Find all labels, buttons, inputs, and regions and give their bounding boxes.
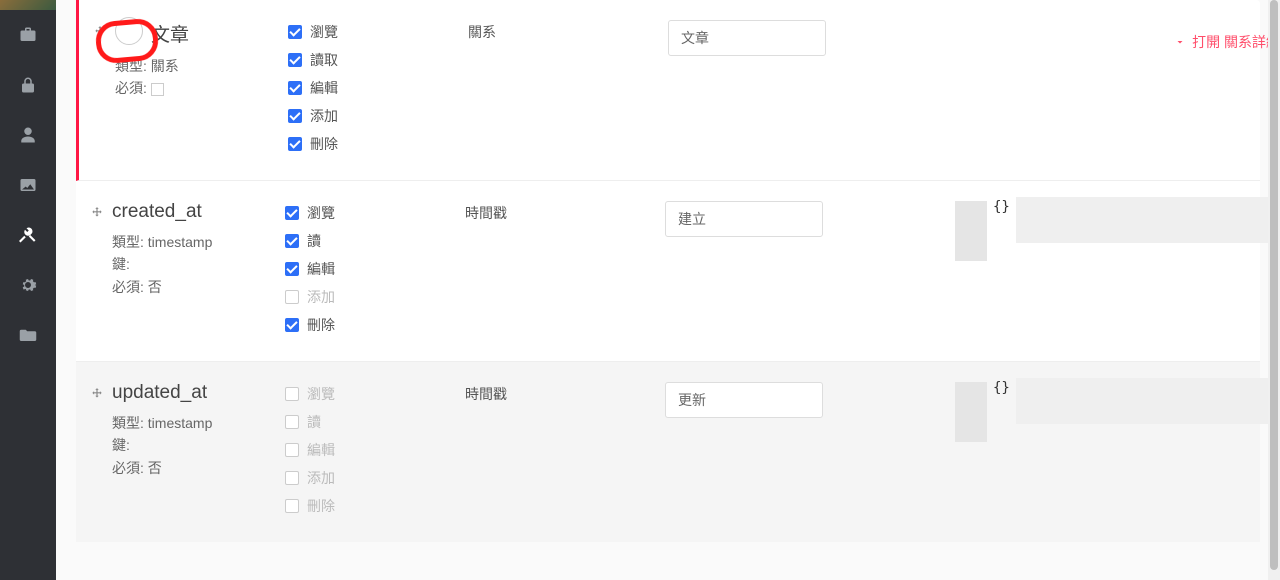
main-content: 文章 類型: 關系 必須: 瀏覽 讀取 編輯 添加 刪除 關系 xyxy=(56,0,1280,580)
perm-add[interactable]: 添加 xyxy=(288,106,468,126)
perm-browse[interactable]: 瀏覽 xyxy=(285,384,465,404)
sidebar-item-folder[interactable] xyxy=(0,310,56,360)
relation-indicator-icon xyxy=(115,17,143,45)
checkbox-icon xyxy=(285,499,299,513)
perm-browse[interactable]: 瀏覽 xyxy=(285,203,465,223)
checkbox-icon xyxy=(288,53,302,67)
json-options-block[interactable]: {} xyxy=(955,382,1280,442)
lock-icon xyxy=(19,76,37,94)
gear-icon xyxy=(19,276,37,294)
perm-delete[interactable]: 刪除 xyxy=(285,315,465,335)
checkbox-icon xyxy=(285,234,299,248)
move-icon xyxy=(90,387,104,401)
sidebar-item-user[interactable] xyxy=(0,110,56,160)
briefcase-icon xyxy=(19,26,37,44)
required-checkbox[interactable] xyxy=(151,83,164,96)
sidebar-avatar xyxy=(0,0,56,10)
scrollbar-thumb[interactable] xyxy=(1270,0,1278,570)
expand-relation-link[interactable]: 打開 關系詳細內容 xyxy=(958,20,1280,52)
move-icon xyxy=(90,206,104,220)
display-name-input[interactable] xyxy=(665,382,823,418)
field-name: updated_at xyxy=(112,382,207,404)
permissions-list: 瀏覽 讀 編輯 添加 刪除 xyxy=(285,201,465,335)
checkbox-icon xyxy=(285,415,299,429)
drag-handle[interactable] xyxy=(90,387,104,404)
checkbox-icon xyxy=(285,387,299,401)
json-swatch xyxy=(955,201,987,261)
display-name-input[interactable] xyxy=(668,20,826,56)
sidebar xyxy=(0,0,56,580)
fields-panel: 文章 類型: 關系 必須: 瀏覽 讀取 編輯 添加 刪除 關系 xyxy=(76,0,1260,542)
permissions-list: 瀏覽 讀 編輯 添加 刪除 xyxy=(285,382,465,516)
perm-edit[interactable]: 編輯 xyxy=(285,259,465,279)
json-braces: {} xyxy=(993,380,1010,396)
json-editor-placeholder xyxy=(1016,197,1280,243)
chevron-down-icon xyxy=(1174,36,1186,48)
perm-read[interactable]: 讀取 xyxy=(288,50,468,70)
checkbox-icon xyxy=(288,109,302,123)
field-row-article: 文章 類型: 關系 必須: 瀏覽 讀取 編輯 添加 刪除 關系 xyxy=(76,0,1260,181)
field-type-label: 關系 xyxy=(468,20,668,154)
checkbox-icon xyxy=(285,290,299,304)
field-meta: 類型: timestamp 鍵: 必須: 否 xyxy=(112,412,285,479)
checkbox-icon xyxy=(285,262,299,276)
field-meta: 類型: 關系 必須: xyxy=(115,55,288,100)
checkbox-icon xyxy=(285,443,299,457)
checkbox-icon xyxy=(285,318,299,332)
field-name: 文章 xyxy=(151,20,189,47)
perm-delete[interactable]: 刪除 xyxy=(285,496,465,516)
field-row-created-at: created_at 類型: timestamp 鍵: 必須: 否 瀏覽 讀 編… xyxy=(76,181,1260,362)
field-meta: 類型: timestamp 鍵: 必須: 否 xyxy=(112,231,285,298)
perm-read[interactable]: 讀 xyxy=(285,412,465,432)
field-type-label: 時間戳 xyxy=(465,382,665,516)
checkbox-icon xyxy=(285,206,299,220)
sidebar-item-lock[interactable] xyxy=(0,60,56,110)
folder-icon xyxy=(19,326,37,344)
user-icon xyxy=(19,126,37,144)
json-braces: {} xyxy=(993,199,1010,215)
perm-edit[interactable]: 編輯 xyxy=(288,78,468,98)
json-editor-placeholder xyxy=(1016,378,1280,424)
field-row-updated-at: updated_at 類型: timestamp 鍵: 必須: 否 瀏覽 讀 編… xyxy=(76,362,1260,542)
sidebar-item-tools[interactable] xyxy=(0,210,56,260)
drag-handle[interactable] xyxy=(93,25,107,42)
tools-icon xyxy=(19,226,37,244)
sidebar-item-gear[interactable] xyxy=(0,260,56,310)
checkbox-icon xyxy=(288,25,302,39)
perm-delete[interactable]: 刪除 xyxy=(288,134,468,154)
perm-browse[interactable]: 瀏覽 xyxy=(288,22,468,42)
display-name-input[interactable] xyxy=(665,201,823,237)
perm-edit[interactable]: 編輯 xyxy=(285,440,465,460)
field-name: created_at xyxy=(112,201,202,223)
drag-handle[interactable] xyxy=(90,206,104,223)
perm-add[interactable]: 添加 xyxy=(285,287,465,307)
sidebar-item-image[interactable] xyxy=(0,160,56,210)
permissions-list: 瀏覽 讀取 編輯 添加 刪除 xyxy=(288,20,468,154)
scrollbar[interactable] xyxy=(1268,0,1280,580)
checkbox-icon xyxy=(285,471,299,485)
move-icon xyxy=(93,25,107,39)
image-icon xyxy=(19,176,37,194)
sidebar-item-briefcase[interactable] xyxy=(0,10,56,60)
field-type-label: 時間戳 xyxy=(465,201,665,335)
checkbox-icon xyxy=(288,81,302,95)
perm-read[interactable]: 讀 xyxy=(285,231,465,251)
perm-add[interactable]: 添加 xyxy=(285,468,465,488)
checkbox-icon xyxy=(288,137,302,151)
json-options-block[interactable]: {} xyxy=(955,201,1280,261)
json-swatch xyxy=(955,382,987,442)
